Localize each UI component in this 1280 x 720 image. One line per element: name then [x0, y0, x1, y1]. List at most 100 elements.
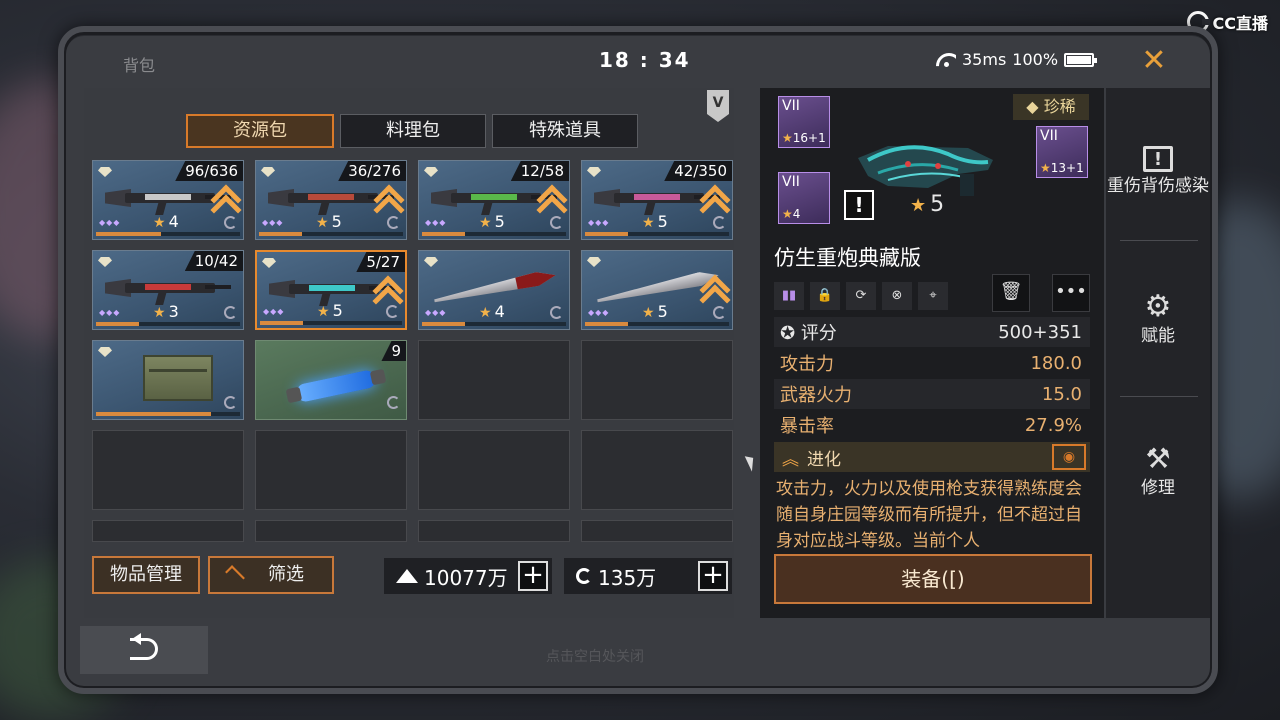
- bind-icon: [224, 306, 237, 319]
- stat-row: 武器火力 15.0: [774, 379, 1090, 409]
- item-manage-button[interactable]: 物品管理: [92, 556, 200, 594]
- item-stars: ★ 5: [317, 301, 343, 320]
- bottom-controls: 物品管理 筛选 10077万 + 135万 +: [92, 556, 734, 596]
- empty-slot[interactable]: [418, 340, 570, 420]
- coin-icon: [396, 569, 418, 583]
- empty-slot[interactable]: [581, 340, 733, 420]
- gear-icon: ⚙: [1144, 289, 1172, 324]
- close-button[interactable]: ✕: [1138, 46, 1170, 78]
- add-coins-button[interactable]: +: [518, 561, 548, 591]
- rarity-badge: ◆ 珍稀: [1013, 94, 1089, 120]
- item-grid: 96/636 ◆◆◆ ★ 4 36/276 ◆◆◆ ★ 5 12/58 ◆◆◆ ★ 5 42/350 ◆◆…: [92, 160, 734, 600]
- vial-image: [295, 368, 377, 404]
- inventory-slot[interactable]: 42/350 ◆◆◆ ★ 5: [581, 160, 733, 240]
- mod-value: ★16+1: [782, 131, 826, 145]
- lock-icon[interactable]: 🔒: [810, 282, 840, 310]
- empty-slot[interactable]: [92, 520, 244, 542]
- inventory-slot[interactable]: [92, 340, 244, 420]
- ammo-icon[interactable]: ▮▮: [774, 282, 804, 310]
- durability-bar: [96, 322, 240, 326]
- filter-button[interactable]: 筛选: [208, 556, 334, 594]
- inventory-slot[interactable]: ◆◆◆ ★ 5: [581, 250, 733, 330]
- quality-dots: ◆◆◆: [99, 308, 121, 317]
- stat-row: ✪ 评分 500+351: [774, 317, 1090, 347]
- durability-bar: [259, 232, 403, 236]
- item-stars: ★ 4: [479, 302, 505, 321]
- empty-slot[interactable]: [581, 430, 733, 510]
- stat-value: 500+351: [998, 321, 1082, 343]
- empty-slot[interactable]: [418, 430, 570, 510]
- delete-button[interactable]: 🗑: [992, 274, 1030, 312]
- close-hint: 点击空白处关闭: [546, 649, 644, 665]
- inventory-slot[interactable]: 36/276 ◆◆◆ ★ 5: [255, 160, 407, 240]
- inventory-slot[interactable]: 96/636 ◆◆◆ ★ 4: [92, 160, 244, 240]
- back-button[interactable]: [80, 626, 208, 674]
- mod-level: VII: [1040, 128, 1058, 144]
- battery-text: 100%: [1012, 50, 1059, 69]
- empty-slot[interactable]: [255, 430, 407, 510]
- equip-button[interactable]: 装备([): [774, 554, 1092, 604]
- divider: [1120, 240, 1198, 241]
- stat-row: 暴击率 27.9%: [774, 410, 1090, 440]
- inventory-slot[interactable]: 9: [255, 340, 407, 420]
- quality-dots: ◆◆◆: [99, 218, 121, 227]
- side-item-label: 修理: [1141, 478, 1175, 498]
- quality-dots: ◆◆◆: [588, 308, 610, 317]
- inventory-slot[interactable]: 12/58 ◆◆◆ ★ 5: [418, 160, 570, 240]
- diamond-icon: [424, 257, 438, 267]
- diamond-icon: [587, 257, 601, 267]
- diamond-icon: [98, 257, 112, 267]
- mod-slot[interactable]: VII ★4: [778, 172, 830, 224]
- side-item-empower[interactable]: ⚙ 赋能: [1106, 289, 1210, 347]
- bind-icon: [550, 216, 563, 229]
- stat-value: 27.9%: [1024, 414, 1082, 436]
- inventory-slot[interactable]: 5/27 ◆◆◆ ★ 5: [255, 250, 407, 330]
- no-repair-icon[interactable]: ⊗: [882, 282, 912, 310]
- stat-value: 15.0: [1041, 383, 1082, 405]
- inventory-slot[interactable]: 10/42 ◆◆◆ ★ 3: [92, 250, 244, 330]
- currency-coins: 10077万 +: [384, 558, 552, 594]
- weapon-description: 攻击力，火力以及使用枪支获得熟练度会随自身庄园等级而有所提升，但不超过自身对应战…: [776, 479, 1082, 551]
- inventory-slot[interactable]: ◆◆◆ ★ 4: [418, 250, 570, 330]
- quality-dots: ◆◆◆: [262, 218, 284, 227]
- item-count: 9: [381, 341, 406, 361]
- side-item-repair[interactable]: ⚒ 修理: [1106, 444, 1210, 499]
- empty-slot[interactable]: [581, 520, 733, 542]
- diamond-icon: [98, 167, 112, 177]
- evolve-row[interactable]: ︽ 进化 ◉: [774, 442, 1090, 472]
- tab-resource-pack[interactable]: 资源包: [186, 114, 334, 148]
- ping-text: 35ms: [962, 50, 1007, 69]
- more-button[interactable]: •••: [1052, 274, 1090, 312]
- empty-slot[interactable]: [418, 520, 570, 542]
- bind-icon: [224, 216, 237, 229]
- mod-level: VII: [782, 174, 800, 190]
- stat-label: ✪ 评分: [780, 323, 837, 344]
- filter-label: 筛选: [268, 564, 304, 585]
- diamond-icon: [98, 347, 112, 357]
- mod-slot[interactable]: VII ★16+1: [778, 96, 830, 148]
- bind-icon: [550, 306, 563, 319]
- side-item-injury[interactable]: ! 重伤背伤感染: [1106, 146, 1210, 196]
- coin-value: 10077万: [424, 565, 508, 590]
- item-count: 12/58: [510, 161, 569, 181]
- mod-slot[interactable]: VII ★13+1: [1036, 126, 1088, 178]
- item-count: 42/350: [664, 161, 732, 181]
- empty-slot[interactable]: [255, 520, 407, 542]
- cycle-icon[interactable]: ⟳: [846, 282, 876, 310]
- quality-dots: ◆◆◆: [588, 218, 610, 227]
- empty-slot[interactable]: [92, 430, 244, 510]
- diamond-icon: [261, 167, 275, 177]
- warning-icon[interactable]: !: [844, 190, 874, 220]
- tab-special-items[interactable]: 特殊道具: [492, 114, 638, 148]
- evolve-label: 进化: [807, 449, 841, 470]
- add-gems-button[interactable]: +: [698, 561, 728, 591]
- durability-bar: [585, 232, 729, 236]
- clock: 18 : 34: [599, 48, 691, 72]
- weapon-stars: ★ 5: [910, 192, 945, 217]
- scope-icon[interactable]: ⌖: [918, 282, 948, 310]
- item-stars: ★ 5: [642, 302, 668, 321]
- durability-bar: [96, 232, 240, 236]
- eye-icon[interactable]: ◉: [1052, 444, 1086, 470]
- tab-food-pack[interactable]: 料理包: [340, 114, 486, 148]
- quality-dots: ◆◆◆: [425, 218, 447, 227]
